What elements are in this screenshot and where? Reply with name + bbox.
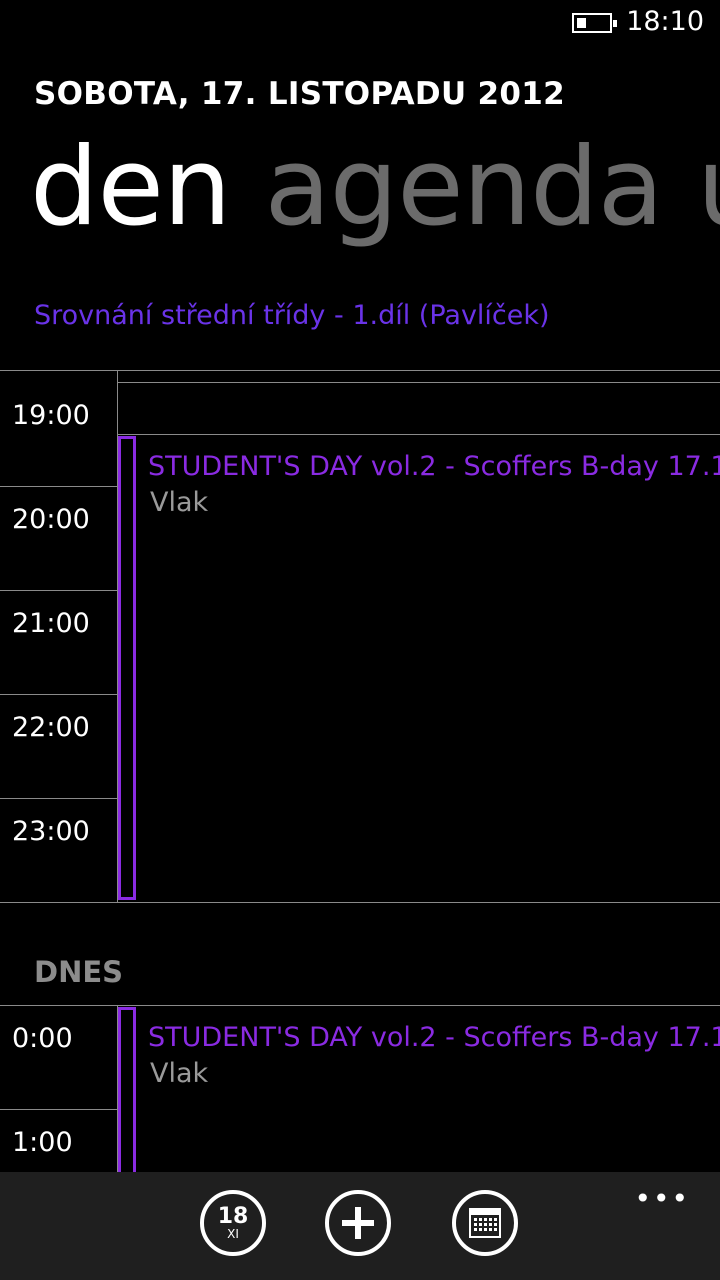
- page-date: SOBOTA, 17. LISTOPADU 2012: [34, 76, 566, 112]
- hour-divider: [0, 798, 118, 799]
- add-icon: [342, 1207, 374, 1239]
- day-divider: [0, 902, 720, 903]
- event-title[interactable]: STUDENT'S DAY vol.2 - Scoffers B-day 17.…: [148, 1022, 720, 1053]
- add-button[interactable]: [325, 1190, 391, 1256]
- pivot-den[interactable]: den: [30, 125, 231, 250]
- divider: [118, 434, 720, 435]
- today-button[interactable]: 18 XI: [200, 1190, 266, 1256]
- battery-icon: [572, 13, 617, 33]
- hour-label: 1:00: [12, 1127, 73, 1158]
- hour-label: 21:00: [12, 608, 90, 639]
- calendar-icon: [469, 1208, 501, 1238]
- event-location: Vlak: [150, 1058, 209, 1089]
- hour-label: 19:00: [12, 400, 90, 431]
- all-day-event[interactable]: Srovnání střední třídy - 1.díl (Pavlíček…: [34, 300, 550, 331]
- calendar-button[interactable]: [452, 1190, 518, 1256]
- hour-divider: [0, 694, 118, 695]
- day-label: DNES: [34, 955, 124, 989]
- app-bar: 18 XI •••: [0, 1172, 720, 1280]
- today-day: 18: [217, 1204, 249, 1229]
- hour-label: 20:00: [12, 504, 90, 535]
- pivot-ukoly[interactable]: úk: [697, 125, 720, 250]
- hour-label: 22:00: [12, 712, 90, 743]
- pivot-agenda[interactable]: agenda: [264, 125, 663, 250]
- divider: [0, 370, 720, 371]
- event-location: Vlak: [150, 487, 209, 518]
- divider: [0, 1005, 720, 1006]
- status-time: 18:10: [626, 6, 704, 37]
- hour-divider: [0, 1109, 118, 1110]
- event-title[interactable]: STUDENT'S DAY vol.2 - Scoffers B-day 17.…: [148, 451, 720, 482]
- hour-label: 23:00: [12, 816, 90, 847]
- event-block[interactable]: [118, 1007, 136, 1187]
- hour-divider: [0, 590, 118, 591]
- calendar-screen: 18:10 SOBOTA, 17. LISTOPADU 2012 den agen…: [0, 0, 720, 1280]
- divider: [118, 382, 720, 383]
- hour-divider: [0, 486, 118, 487]
- more-options-icon[interactable]: •••: [634, 1182, 690, 1215]
- today-month: XI: [227, 1227, 239, 1241]
- event-block[interactable]: [118, 436, 136, 900]
- pivot-header: den agenda úk: [30, 118, 720, 258]
- hour-label: 0:00: [12, 1023, 73, 1054]
